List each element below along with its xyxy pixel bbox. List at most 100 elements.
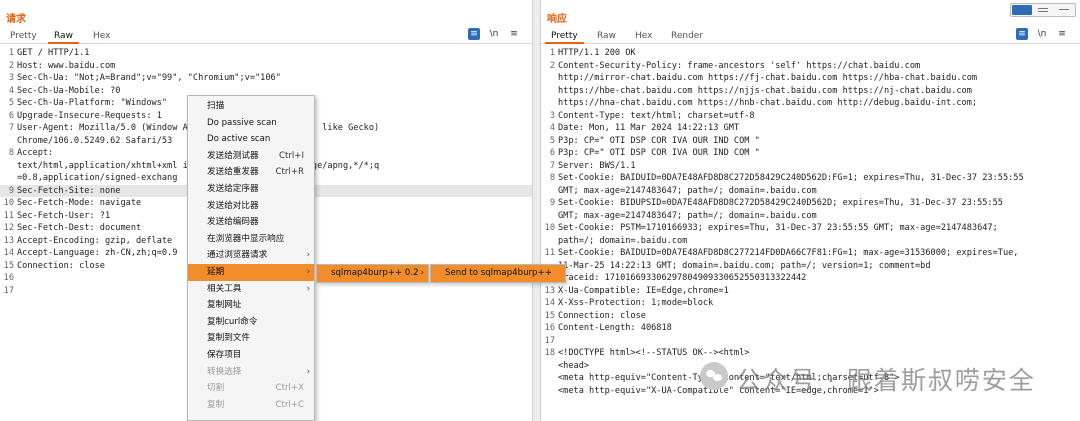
menu-item-label: 切割 bbox=[207, 383, 225, 394]
response-tabs: Pretty Raw Hex Render bbox=[541, 28, 1080, 44]
line-number: 14 bbox=[544, 298, 555, 308]
line-text: Connection: close bbox=[17, 260, 105, 271]
layout-single-icon[interactable] bbox=[1054, 5, 1074, 15]
line-number: 16 bbox=[544, 323, 555, 333]
menu-item[interactable]: 复制到文件 bbox=[188, 330, 314, 347]
menu-item-label: Do passive scan bbox=[207, 117, 277, 128]
menu-item[interactable]: 通过浏览器请求 › bbox=[188, 247, 314, 264]
menu-item[interactable]: 发送给对比器 bbox=[188, 198, 314, 215]
wrap-icon[interactable]: ≡ bbox=[468, 28, 480, 40]
menu-item-label: 复制curl命令 bbox=[207, 316, 258, 327]
pane-splitter[interactable] bbox=[533, 0, 540, 421]
menu-item-shortcut: Ctrl+X bbox=[275, 383, 304, 394]
line-number: 17 bbox=[544, 335, 555, 346]
menu-item: 复制 Ctrl+C bbox=[188, 397, 314, 414]
chevron-right-icon: › bbox=[420, 268, 424, 278]
code-line: GMT; max-age=2147483647; path=/; domain=… bbox=[541, 185, 1080, 197]
layout-split-icon[interactable] bbox=[1012, 5, 1032, 15]
menu-item[interactable]: 延期 › bbox=[188, 264, 314, 281]
tab-raw[interactable]: Raw bbox=[591, 29, 622, 44]
menu-item[interactable]: 发送给定序器 bbox=[188, 181, 314, 198]
menu-item-shortcut: Ctrl+R bbox=[275, 167, 304, 178]
line-number: 8 bbox=[549, 173, 555, 183]
line-number: 3 bbox=[8, 73, 14, 83]
code-line: 8 Set-Cookie: BAIDUID=0DA7E48AFD8D8C272D5… bbox=[541, 172, 1080, 184]
newline-icon[interactable]: \n bbox=[1036, 28, 1048, 40]
tab-hex[interactable]: Hex bbox=[87, 29, 116, 44]
line-number: 6 bbox=[8, 110, 14, 121]
line-text: Sec-Fetch-Site: none bbox=[17, 185, 121, 196]
extension-submenu-item[interactable]: sqlmap4burp++ 0.2 › bbox=[316, 264, 429, 283]
tab-raw[interactable]: Raw bbox=[48, 29, 79, 44]
line-text: https://hna-chat.baidu.com https://hnb-c… bbox=[558, 98, 978, 108]
line-number: 13 bbox=[544, 285, 555, 296]
wrap-icon[interactable]: ≡ bbox=[1016, 28, 1028, 40]
menu-item-label: 通过浏览器请求 bbox=[207, 250, 268, 261]
menu-item[interactable]: Do passive scan bbox=[188, 115, 314, 132]
line-text: =0.8,application/signed-exchang bbox=[17, 173, 178, 183]
tab-pretty[interactable]: Pretty bbox=[4, 29, 43, 44]
menu-item-label: 在浏览器中显示响应 bbox=[207, 233, 285, 244]
send-to-sqlmap-item[interactable]: Send to sqlmap4burp++ bbox=[430, 264, 566, 283]
chevron-right-icon: › bbox=[306, 250, 310, 261]
layout-toggle[interactable] bbox=[1010, 3, 1076, 17]
code-line: GMT; max-age=2147483647; path=/; domain=… bbox=[541, 210, 1080, 222]
menu-item[interactable]: 复制网址 bbox=[188, 297, 314, 314]
line-text: P3p: CP=" OTI DSP COR IVA OUR IND COM " bbox=[558, 135, 760, 146]
menu-item[interactable]: 相关工具 › bbox=[188, 281, 314, 298]
request-tabs: Pretty Raw Hex bbox=[0, 28, 532, 44]
line-number: 10 bbox=[544, 223, 555, 233]
menu-item: 切割 Ctrl+X bbox=[188, 380, 314, 397]
line-text: Traceid: 1710166933062978049093306525503… bbox=[558, 273, 807, 283]
menu-item[interactable]: 发送给编码器 bbox=[188, 214, 314, 231]
tab-pretty[interactable]: Pretty bbox=[545, 29, 584, 44]
menu-item: 转换选择 › bbox=[188, 364, 314, 381]
line-text: https://hbe-chat.baidu.com https://njjs-… bbox=[558, 85, 972, 96]
menu-icon[interactable]: ≡ bbox=[1056, 28, 1068, 40]
watermark: 公众号 · 跟着斯叔唠安全 bbox=[700, 356, 1060, 398]
tab-render[interactable]: Render bbox=[665, 29, 709, 44]
code-line: https://hbe-chat.baidu.com https://njjs-… bbox=[541, 85, 1080, 97]
line-number: 16 bbox=[3, 273, 14, 283]
menu-item[interactable]: 发送给重发器 Ctrl+R bbox=[188, 164, 314, 181]
line-number: 1 bbox=[8, 48, 14, 58]
code-line: 9 Set-Cookie: BIDUPSID=0DA7E48AFD8D8C272D… bbox=[541, 197, 1080, 209]
code-line: 5 P3p: CP=" OTI DSP COR IVA OUR IND COM " bbox=[541, 135, 1080, 147]
menu-item[interactable]: 发送给测试器 Ctrl+I bbox=[188, 148, 314, 165]
chevron-right-icon: › bbox=[306, 283, 310, 294]
tab-hex[interactable]: Hex bbox=[629, 29, 658, 44]
menu-item-label: 发送给重发器 bbox=[207, 167, 259, 178]
line-text: P3p: CP=" OTI DSP COR IVA OUR IND COM " bbox=[558, 148, 760, 158]
line-number: 17 bbox=[3, 285, 14, 296]
line-text: Sec-Ch-Ua-Mobile: ?0 bbox=[17, 85, 121, 96]
menu-item-label: Do active scan bbox=[207, 134, 271, 145]
line-text: path=/; domain=.baidu.com bbox=[558, 235, 688, 246]
menu-item[interactable]: 扫描 bbox=[188, 98, 314, 115]
menu-item[interactable]: 在浏览器中显示响应 bbox=[188, 231, 314, 248]
code-line: 1 HTTP/1.1 200 OK bbox=[541, 47, 1080, 59]
extension-label: sqlmap4burp++ 0.2 bbox=[331, 268, 419, 278]
code-line: https://hna-chat.baidu.com https://hnb-c… bbox=[541, 97, 1080, 109]
newline-icon[interactable]: \n bbox=[488, 28, 500, 40]
line-text: Server: BWS/1.1 bbox=[558, 160, 636, 171]
menu-item[interactable]: Do active scan bbox=[188, 131, 314, 148]
line-text: Connection: close bbox=[558, 310, 646, 321]
menu-item[interactable]: 复制curl命令 bbox=[188, 314, 314, 331]
line-number: 12 bbox=[3, 223, 14, 233]
line-number: 7 bbox=[8, 123, 14, 133]
menu-item-label: 发送给测试器 bbox=[207, 150, 259, 161]
request-tools: ≡ \n ≡ bbox=[468, 28, 524, 42]
line-text: Content-Length: 406818 bbox=[558, 323, 672, 333]
code-line: 2 Content-Security-Policy: frame-ancestor… bbox=[541, 60, 1080, 72]
menu-icon[interactable]: ≡ bbox=[508, 28, 520, 40]
menu-item[interactable]: 保存项目 bbox=[188, 347, 314, 364]
layout-horizontal-icon[interactable] bbox=[1033, 5, 1053, 15]
line-text: Set-Cookie: PSTM=1710166933; expires=Thu… bbox=[558, 223, 998, 233]
line-number: 10 bbox=[3, 198, 14, 208]
line-text: Sec-Fetch-User: ?1 bbox=[17, 210, 111, 221]
request-title: 请求 bbox=[6, 14, 26, 25]
wechat-logo-icon bbox=[700, 362, 728, 390]
code-line: 12Traceid: 17101669330629780490933065255… bbox=[541, 272, 1080, 284]
line-number: 1 bbox=[549, 48, 555, 58]
line-text: Set-Cookie: BIDUPSID=0DA7E48AFD8D8C272D5… bbox=[558, 198, 1003, 208]
